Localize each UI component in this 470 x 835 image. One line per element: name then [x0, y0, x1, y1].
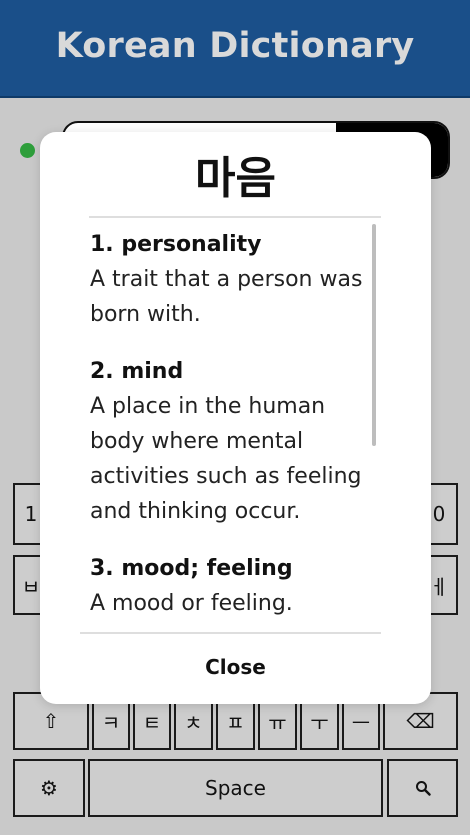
dialog-divider-top [89, 216, 381, 218]
close-button[interactable]: Close [80, 642, 391, 692]
definition-item: 2. mind A place in the human body where … [90, 354, 370, 529]
modal-overlay: 마음 1. personality A trait that a person … [0, 0, 470, 835]
definitions-list[interactable]: 1. personality A trait that a person was… [90, 227, 370, 632]
definition-text: A trait that a person was born with. [90, 267, 363, 327]
definition-dialog: 마음 1. personality A trait that a person … [40, 132, 431, 704]
dialog-divider-bottom [80, 632, 381, 634]
definition-item: 3. mood; feeling A mood or feeling. [90, 551, 370, 621]
dialog-word: 마음 [195, 153, 276, 204]
definition-text: A mood or feeling. [90, 591, 293, 616]
definition-heading: 2. mind [90, 359, 184, 384]
app-screen: Korean Dictionary 1 0 ㅂ ㅔ ⇧ ㅋ ㅌ ㅊ ㅍ ㅠ ㅜ … [0, 0, 470, 835]
definition-heading: 3. mood; feeling [90, 556, 293, 581]
definition-text: A place in the human body where mental a… [90, 394, 362, 524]
definitions-scrollbar[interactable] [372, 224, 376, 446]
definition-item: 1. personality A trait that a person was… [90, 227, 370, 332]
definition-heading: 1. personality [90, 232, 262, 257]
